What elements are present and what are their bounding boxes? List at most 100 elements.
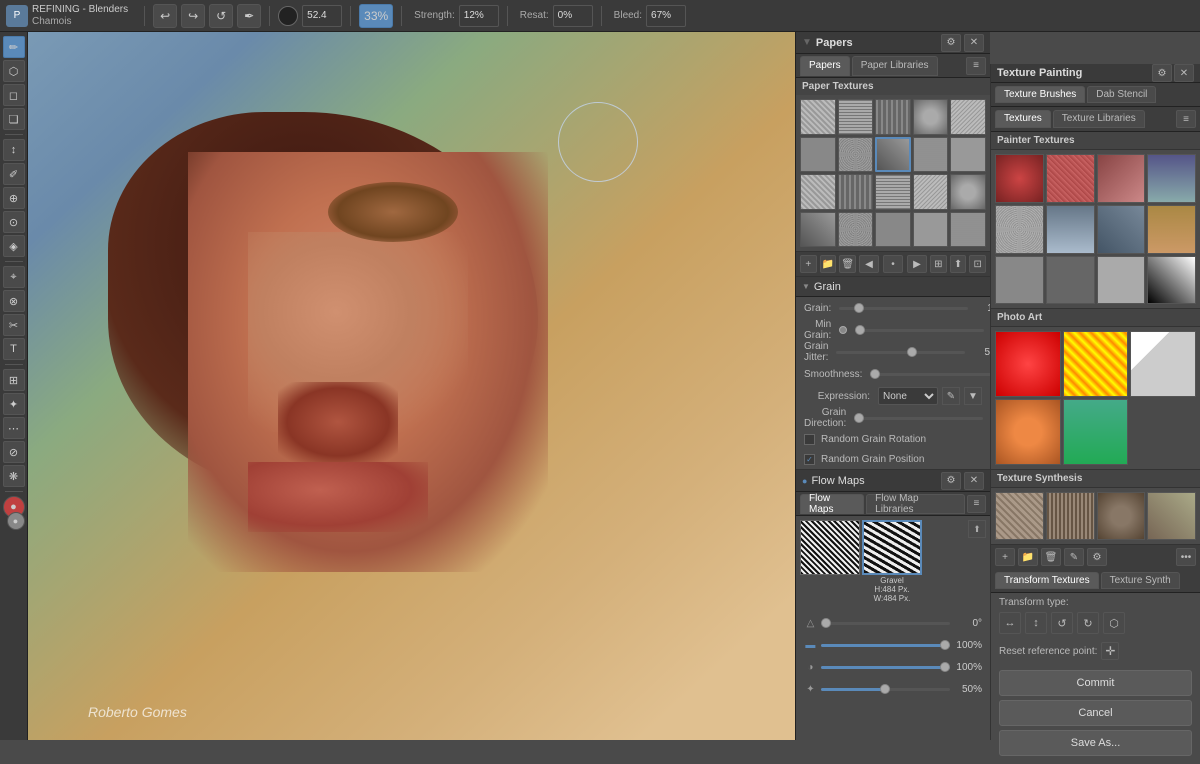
flowmaps-tab-maps[interactable]: Flow Maps — [800, 494, 864, 514]
papers-tab-papers[interactable]: Papers — [800, 56, 850, 76]
texture-subtab-menu[interactable]: ≡ — [1176, 110, 1196, 128]
texture-thumb-17[interactable] — [838, 212, 874, 248]
expression-edit-btn[interactable]: ✎ — [942, 387, 960, 405]
expression-select[interactable]: None — [878, 387, 938, 405]
painter-tex-6[interactable] — [1046, 205, 1095, 254]
tool-brush[interactable]: ✏ — [3, 36, 25, 58]
grain-jitter-slider[interactable] — [836, 351, 965, 354]
undo-button[interactable]: ↩ — [153, 4, 177, 28]
grain-direction-slider[interactable] — [854, 417, 983, 420]
tex-synth-settings[interactable]: ⚙ — [1087, 548, 1107, 566]
flowmap-import-btn[interactable]: ⬆ — [968, 520, 986, 538]
photo-art-4[interactable] — [995, 399, 1061, 465]
papers-collapse-arrow[interactable]: ▼ — [802, 37, 812, 48]
texture-thumb-3[interactable] — [875, 99, 911, 135]
texture-subtab-libraries[interactable]: Texture Libraries — [1053, 110, 1145, 128]
flowmaps-tab-menu[interactable]: ≡ — [967, 495, 986, 513]
transform-icon-fliph[interactable]: ↔ — [999, 612, 1021, 634]
flowmaps-tab-libraries[interactable]: Flow Map Libraries — [866, 494, 965, 514]
redo-button[interactable]: ↪ — [181, 4, 205, 28]
photo-art-2[interactable] — [1063, 331, 1129, 397]
texture-thumb-13[interactable] — [875, 174, 911, 210]
tool-text[interactable]: T — [3, 338, 25, 360]
tex-synth-edit[interactable]: ✎ — [1064, 548, 1084, 566]
grain-header[interactable]: ▼ Grain — [796, 277, 990, 297]
painter-tex-4[interactable] — [1147, 154, 1196, 203]
texture-thumb-10[interactable] — [950, 137, 986, 173]
papers-tab-menu[interactable]: ≡ — [966, 57, 986, 75]
papers-tab-libraries[interactable]: Paper Libraries — [852, 56, 938, 76]
flowmap-selected-thumb[interactable] — [862, 520, 922, 575]
tool-flower[interactable]: ❋ — [3, 465, 25, 487]
texture-thumb-20[interactable] — [950, 212, 986, 248]
papers-panel-settings[interactable]: ⚙ — [941, 34, 961, 52]
commit-button[interactable]: Commit — [999, 670, 1192, 696]
resat-input[interactable] — [553, 5, 593, 27]
papers-scale-btn[interactable]: ⊡ — [969, 255, 986, 273]
tex-synth-dots[interactable]: ••• — [1176, 548, 1196, 566]
texture-tab-brushes[interactable]: Texture Brushes — [995, 86, 1085, 103]
tool-zoom[interactable]: ↕ — [3, 139, 25, 161]
tex-synth-2[interactable] — [1046, 492, 1095, 541]
tool-eye[interactable]: ⊘ — [3, 441, 25, 463]
painter-tex-10[interactable] — [1046, 256, 1095, 305]
tool-lasso[interactable]: ⌖ — [3, 266, 25, 288]
flowmap-thumb-1[interactable] — [800, 520, 860, 575]
fm-contrast-slider[interactable] — [821, 666, 950, 669]
tool-grid[interactable]: ⊞ — [3, 369, 25, 391]
transform-icon-rotcw[interactable]: ↺ — [1051, 612, 1073, 634]
tool-circle[interactable]: ⊙ — [3, 211, 25, 233]
texture-thumb-18[interactable] — [875, 212, 911, 248]
tool-add[interactable]: ⊕ — [3, 187, 25, 209]
flowmaps-settings-btn[interactable]: ⚙ — [941, 472, 961, 490]
canvas-area[interactable]: Roberto Gomes — [28, 32, 795, 740]
texture-thumb-4[interactable] — [913, 99, 949, 135]
grain-slider[interactable] — [839, 307, 968, 310]
painter-tex-11[interactable] — [1097, 256, 1146, 305]
painter-tex-2[interactable] — [1046, 154, 1095, 203]
fm-scale-slider[interactable] — [821, 644, 950, 647]
texture-thumb-16[interactable] — [800, 212, 836, 248]
tool-scissors[interactable]: ✂ — [3, 314, 25, 336]
texture-thumb-15[interactable] — [950, 174, 986, 210]
tool-transform[interactable]: ❏ — [3, 108, 25, 130]
photo-art-5[interactable] — [1063, 399, 1129, 465]
flowmaps-close-btn[interactable]: ✕ — [964, 472, 984, 490]
texture-thumb-1[interactable] — [800, 99, 836, 135]
tex-synth-add[interactable]: + — [995, 548, 1015, 566]
strength-input[interactable] — [459, 5, 499, 27]
tool-cross[interactable]: ◈ — [3, 235, 25, 257]
fm-angle-slider[interactable] — [821, 622, 950, 625]
texture-thumb-11[interactable] — [800, 174, 836, 210]
texture-subtab-textures[interactable]: Textures — [995, 110, 1051, 128]
photo-art-1[interactable] — [995, 331, 1061, 397]
texture-thumb-5[interactable] — [950, 99, 986, 135]
min-grain-slider[interactable] — [855, 329, 984, 332]
tool-select[interactable]: ◻ — [3, 84, 25, 106]
texture-panel-close[interactable]: ✕ — [1174, 64, 1194, 82]
tex-synth-folder[interactable]: 📁 — [1018, 548, 1038, 566]
tex-synth-4[interactable] — [1147, 492, 1196, 541]
papers-delete-btn[interactable]: 🗑 — [839, 255, 856, 273]
tool-pen[interactable]: ✐ — [3, 163, 25, 185]
photo-art-3[interactable] — [1130, 331, 1196, 397]
cancel-button[interactable]: Cancel — [999, 700, 1192, 726]
papers-next-btn[interactable]: ▶ — [907, 255, 927, 273]
texture-thumb-12[interactable] — [838, 174, 874, 210]
painter-tex-1[interactable] — [995, 154, 1044, 203]
painter-tex-7[interactable] — [1097, 205, 1146, 254]
random-rotation-checkbox[interactable] — [804, 434, 815, 445]
texture-thumb-19[interactable] — [913, 212, 949, 248]
tool-more[interactable]: ⋯ — [3, 417, 25, 439]
transform-tab-transform[interactable]: Transform Textures — [995, 572, 1099, 589]
expression-menu-btn[interactable]: ▼ — [964, 387, 982, 405]
tool-crop[interactable]: ⊗ — [3, 290, 25, 312]
texture-thumb-2[interactable] — [838, 99, 874, 135]
fm-brightness-slider[interactable] — [821, 688, 950, 691]
texture-thumb-14[interactable] — [913, 174, 949, 210]
papers-panel-close[interactable]: ✕ — [964, 34, 984, 52]
reset-ref-icon[interactable]: ✛ — [1101, 642, 1119, 660]
brush-size-input[interactable] — [302, 5, 342, 27]
tex-synth-3[interactable] — [1097, 492, 1146, 541]
painter-tex-5[interactable] — [995, 205, 1044, 254]
